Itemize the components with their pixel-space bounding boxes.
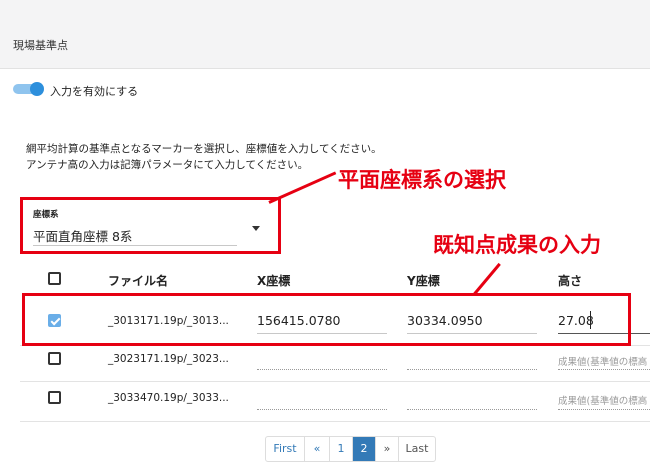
coord-system-highlight-box xyxy=(20,197,281,254)
height-input-placeholder[interactable]: 成果値(基準値の標高 xyxy=(558,354,650,368)
known-point-highlight-box xyxy=(22,293,631,346)
toggle-knob xyxy=(30,82,44,96)
description-line-1: 網平均計算の基準点となるマーカーを選択し、座標値を入力してください。 xyxy=(26,143,382,155)
first-page-button[interactable]: First xyxy=(266,437,305,461)
page-1-button[interactable]: 1 xyxy=(330,437,353,461)
row-checkbox[interactable] xyxy=(48,391,61,404)
y-coordinate-input[interactable] xyxy=(407,369,537,370)
row-divider xyxy=(20,381,650,382)
row-checkbox[interactable] xyxy=(48,352,61,365)
row-divider xyxy=(20,421,650,422)
toggle-label: 入力を有効にする xyxy=(50,85,139,98)
height-input-placeholder[interactable]: 成果値(基準値の標高 xyxy=(558,393,650,407)
x-coordinate-input[interactable] xyxy=(257,369,387,370)
select-all-checkbox[interactable] xyxy=(48,272,61,285)
known-callout-arrow xyxy=(472,262,501,296)
x-coordinate-input[interactable] xyxy=(257,409,387,410)
panel-header: 現場基準点 xyxy=(0,0,650,69)
known-point-callout: 既知点成果の入力 xyxy=(433,233,601,257)
page-title: 現場基準点 xyxy=(13,39,68,52)
row-file-name: _3033470.19p/_3033... xyxy=(108,392,229,404)
y-coordinate-input[interactable] xyxy=(407,409,537,410)
height-input[interactable] xyxy=(558,409,650,410)
row-file-name: _3023171.19p/_3023... xyxy=(108,353,229,365)
last-page-button[interactable]: Last xyxy=(399,437,435,461)
column-header-x: X座標 xyxy=(257,274,291,288)
column-header-y: Y座標 xyxy=(407,274,440,288)
column-header-file: ファイル名 xyxy=(108,274,169,288)
coord-callout-arrow xyxy=(268,171,337,204)
height-input[interactable] xyxy=(558,369,650,370)
enable-input-toggle[interactable] xyxy=(13,82,44,96)
page-2-button[interactable]: 2 xyxy=(353,437,376,461)
next-page-button[interactable]: » xyxy=(376,437,399,461)
column-header-height: 高さ xyxy=(558,274,583,288)
coord-system-callout: 平面座標系の選択 xyxy=(338,168,506,192)
prev-page-button[interactable]: « xyxy=(305,437,330,461)
description-line-2: アンテナ高の入力は記簿パラメータにて入力してください。 xyxy=(26,159,309,171)
pagination: First « 1 2 » Last xyxy=(265,436,436,462)
